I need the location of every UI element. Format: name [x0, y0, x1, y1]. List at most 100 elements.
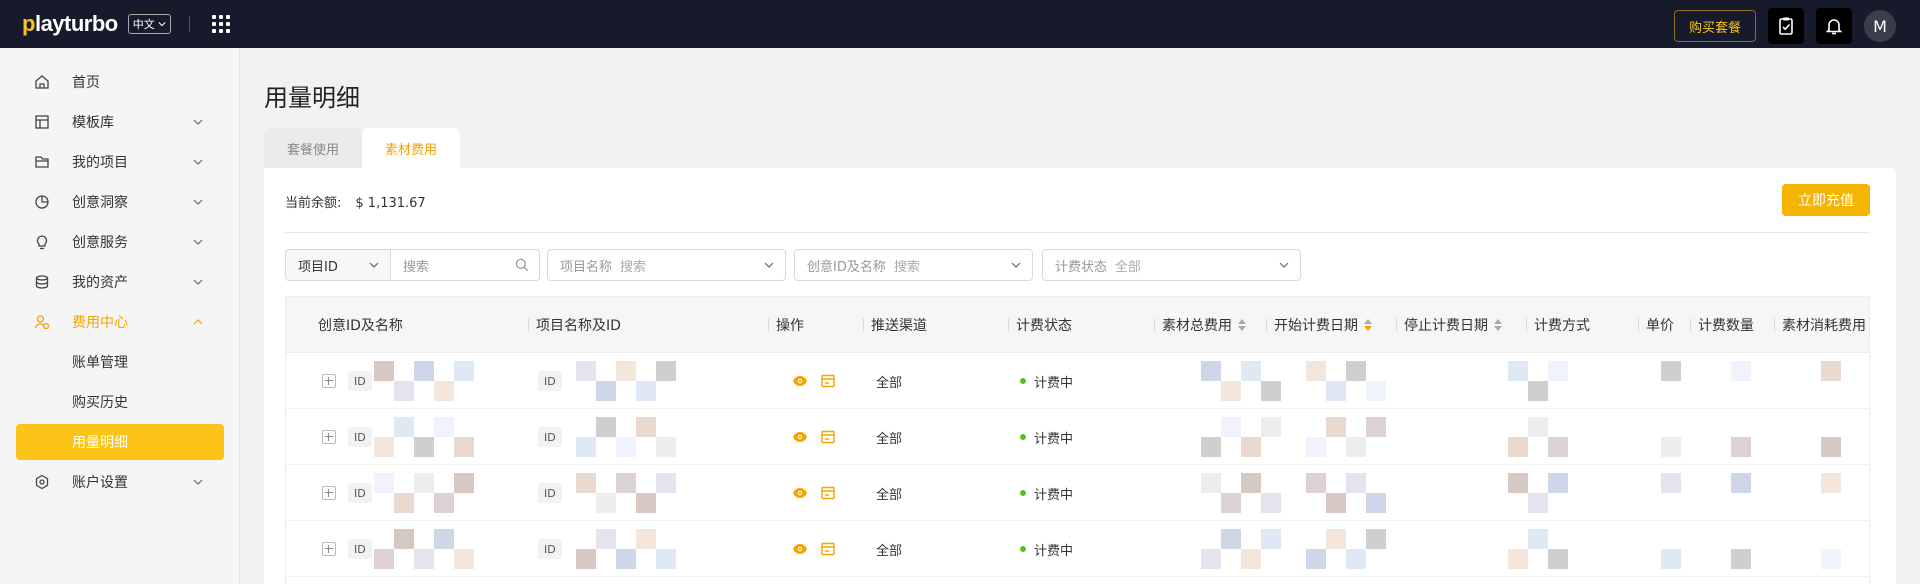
table-row[interactable]: ID ID 全部 计费中	[286, 465, 1869, 521]
sidebar-item-usage-details[interactable]: 用量明细	[16, 424, 224, 460]
tab-material-fee[interactable]: 素材费用	[362, 128, 461, 168]
project-name-filter[interactable]: 项目名称 搜索	[547, 249, 786, 281]
eye-icon[interactable]	[792, 541, 808, 557]
creative-filter[interactable]: 创意ID及名称 搜索	[794, 249, 1033, 281]
channel-cell: 全部	[876, 431, 903, 447]
tab-package-usage[interactable]: 套餐使用	[264, 128, 363, 168]
scrollbar[interactable]	[1910, 48, 1920, 584]
blurred-content	[1346, 473, 1366, 493]
notifications-button[interactable]	[1816, 8, 1852, 44]
sidebar-item-bill-management[interactable]: 账单管理	[16, 344, 224, 380]
sidebar-item-insights[interactable]: 创意洞察	[16, 184, 224, 220]
blurred-content	[636, 493, 656, 513]
sidebar-item-label: 用量明细	[72, 435, 128, 451]
blurred-content	[414, 473, 434, 493]
chevron-down-icon	[369, 262, 379, 268]
table-header: 创意ID及名称 项目名称及ID 操作 推送渠道 计费状态 素材总费用 开始计费日…	[286, 297, 1869, 353]
id-tag: ID	[348, 371, 372, 391]
status-dot	[1020, 434, 1026, 440]
sidebar-item-purchase-history[interactable]: 购买历史	[16, 384, 224, 420]
project-id-cell: ID	[538, 353, 562, 409]
apps-grid-icon[interactable]	[211, 15, 230, 33]
table-row[interactable]: ID ID 全部 计费中	[286, 409, 1869, 465]
blurred-content	[1326, 493, 1346, 513]
blurred-content	[414, 549, 434, 569]
blurred-content	[616, 437, 636, 457]
blurred-content	[1366, 529, 1386, 549]
id-tag: ID	[538, 371, 562, 391]
blurred-content	[1261, 529, 1281, 549]
eye-icon[interactable]	[792, 485, 808, 501]
blurred-content	[1528, 529, 1548, 549]
bulb-icon	[36, 235, 48, 250]
card-icon[interactable]	[820, 485, 836, 501]
project-id-search-input[interactable]: 搜索	[390, 249, 540, 281]
sidebar-item-services[interactable]: 创意服务	[16, 224, 224, 260]
sidebar-item-label: 费用中心	[72, 315, 128, 331]
creative-id-cell: ID	[348, 521, 372, 577]
column-header-sortable[interactable]: 开始计费日期	[1266, 297, 1372, 353]
eye-icon[interactable]	[792, 429, 808, 445]
project-id-select[interactable]: 项目ID	[285, 249, 391, 281]
blurred-content	[1528, 493, 1548, 513]
card-icon[interactable]	[820, 429, 836, 445]
expand-button[interactable]	[322, 465, 336, 521]
blurred-content	[1306, 549, 1326, 569]
blurred-content	[1261, 417, 1281, 437]
database-icon	[35, 275, 49, 289]
sidebar-item-account-settings[interactable]: 账户设置	[16, 464, 224, 500]
blurred-content	[596, 493, 616, 513]
language-selector[interactable]: 中文	[127, 14, 171, 34]
blurred-content	[1508, 437, 1528, 457]
avatar[interactable]: M	[1864, 10, 1896, 42]
logo[interactable]: playturbo	[22, 11, 118, 37]
blurred-content	[1548, 437, 1568, 457]
status-cell: 计费中	[1020, 353, 1073, 409]
sidebar-item-home[interactable]: 首页	[16, 64, 224, 100]
blurred-content	[434, 493, 454, 513]
eye-icon[interactable]	[792, 373, 808, 389]
id-tag: ID	[348, 427, 372, 447]
status-cell: 计费中	[1020, 465, 1073, 521]
blurred-content	[1731, 473, 1751, 493]
column-header-sortable[interactable]: 停止计费日期	[1396, 297, 1502, 353]
blurred-content	[1508, 473, 1528, 493]
actions-cell	[792, 465, 848, 521]
logo-text: layturbo	[34, 11, 118, 36]
billing-status-filter[interactable]: 计费状态 全部	[1042, 249, 1301, 281]
sidebar-item-billing[interactable]: 费用中心	[16, 304, 224, 340]
tasks-button[interactable]	[1768, 8, 1804, 44]
card-icon[interactable]	[820, 541, 836, 557]
id-tag: ID	[348, 483, 372, 503]
expand-button[interactable]	[322, 521, 336, 577]
sidebar-item-assets[interactable]: 我的资产	[16, 264, 224, 300]
recharge-button[interactable]: 立即充值	[1782, 184, 1870, 216]
column-header-sortable[interactable]: 素材总费用	[1154, 297, 1246, 353]
sidebar-item-projects[interactable]: 我的项目	[16, 144, 224, 180]
sidebar-item-templates[interactable]: 模板库	[16, 104, 224, 140]
table-row[interactable]: ID ID 全部 计费中	[286, 521, 1869, 577]
creative-id-cell: ID	[348, 465, 372, 521]
creative-id-cell: ID	[348, 353, 372, 409]
channel-cell: 全部	[876, 543, 903, 559]
blurred-content	[394, 381, 414, 401]
bell-icon	[1825, 19, 1843, 35]
blurred-content	[374, 549, 394, 569]
chevron-up-icon	[193, 319, 203, 325]
card-icon[interactable]	[820, 373, 836, 389]
sidebar-item-label: 模板库	[72, 115, 114, 131]
expand-button[interactable]	[322, 409, 336, 465]
id-tag: ID	[538, 427, 562, 447]
status-dot	[1020, 490, 1026, 496]
buy-package-button[interactable]: 购买套餐	[1673, 10, 1756, 42]
actions-cell	[792, 521, 848, 577]
expand-button[interactable]	[322, 353, 336, 409]
table-row[interactable]: ID ID 全部 计费中	[286, 353, 1869, 409]
column-header: 素材消耗费用	[1774, 297, 1866, 353]
blurred-content	[1241, 361, 1261, 381]
blurred-content	[636, 381, 656, 401]
blurred-content	[1261, 381, 1281, 401]
usage-table: 创意ID及名称 项目名称及ID 操作 推送渠道 计费状态 素材总费用 开始计费日…	[285, 296, 1870, 584]
blurred-content	[1241, 473, 1261, 493]
page-title: 用量明细	[264, 84, 360, 112]
